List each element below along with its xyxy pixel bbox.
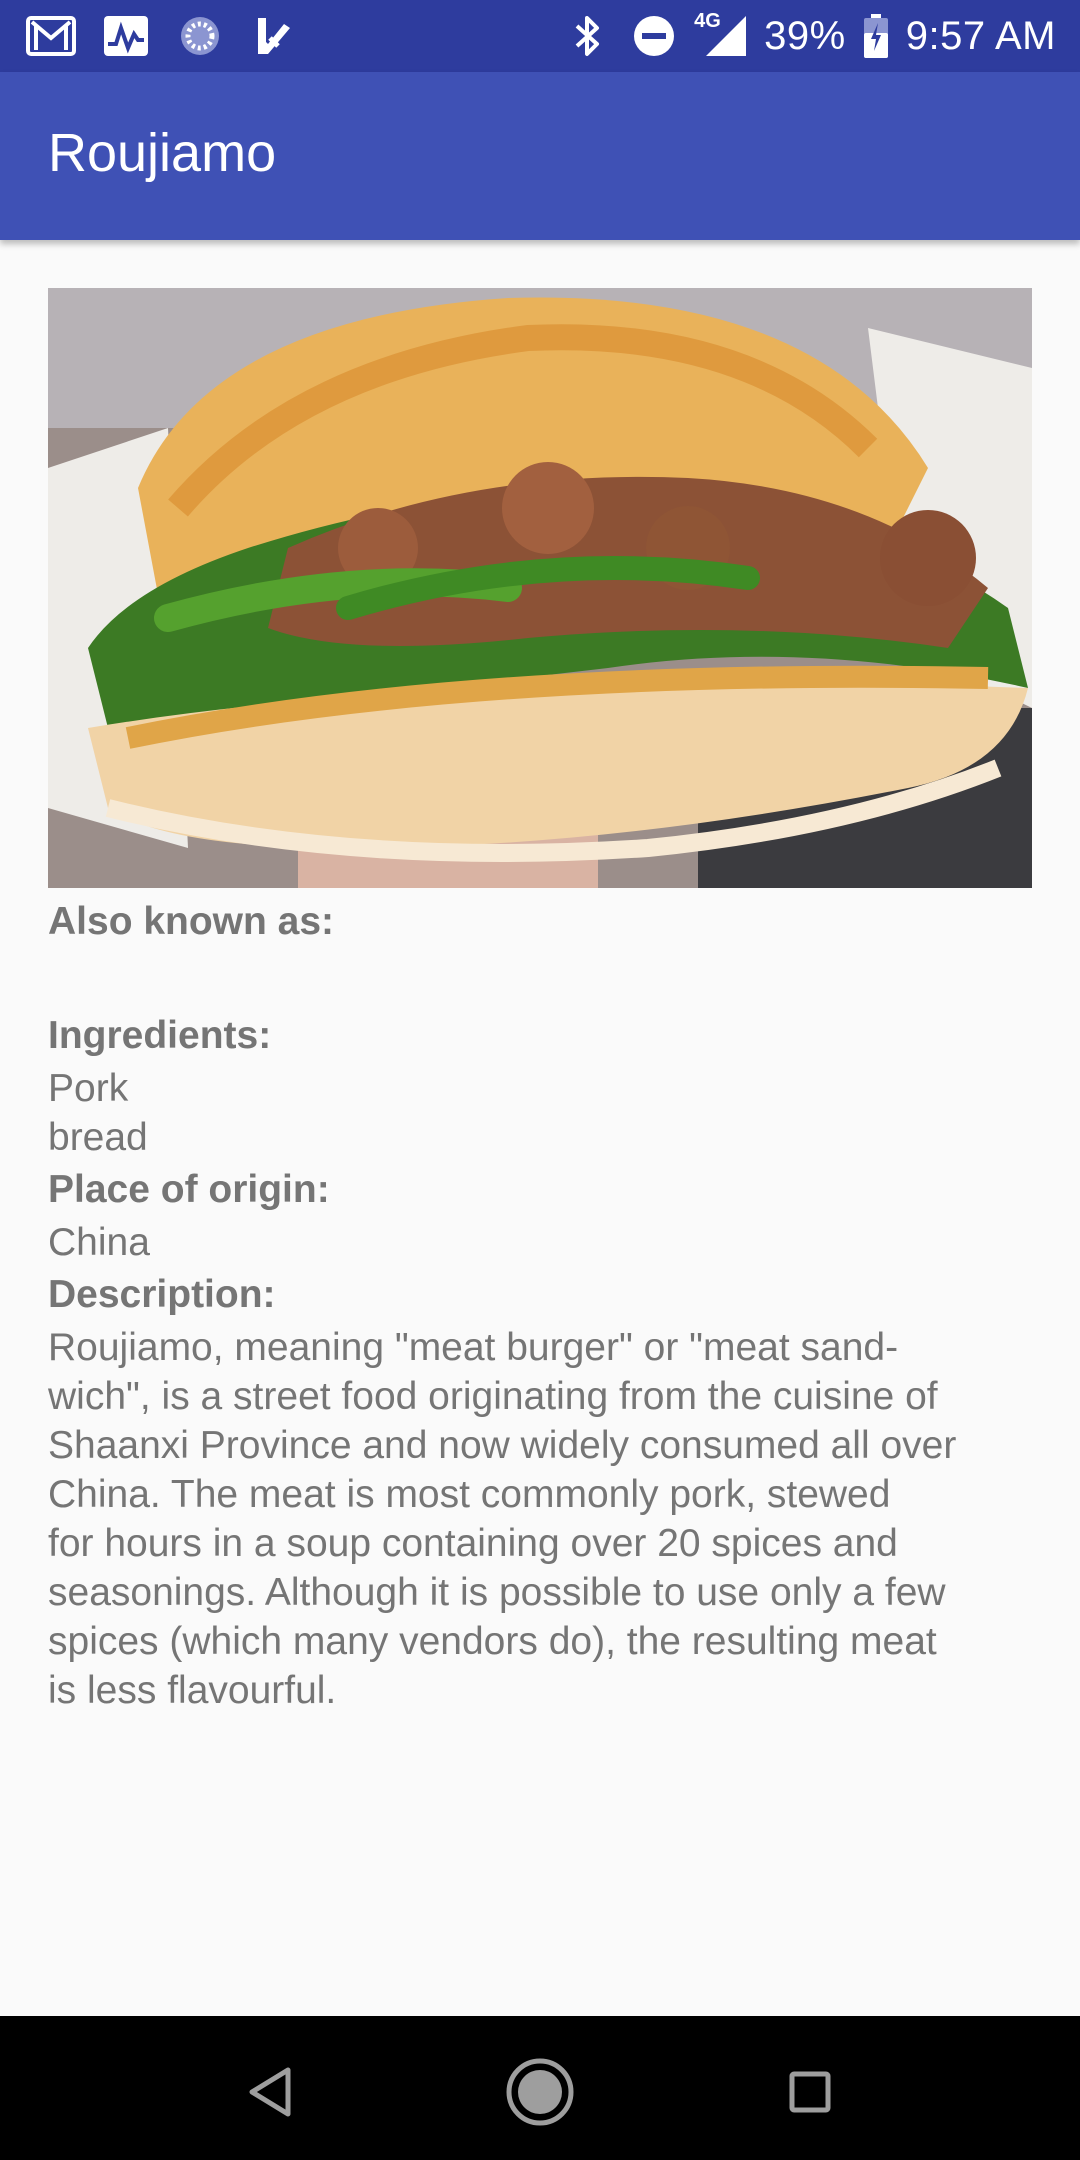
ingredients-label: Ingredients: (48, 1014, 272, 1057)
back-button[interactable] (230, 2052, 310, 2132)
description-line: seasonings. Although it is possible to u… (48, 1571, 946, 1614)
recents-icon (789, 2071, 831, 2113)
clock: 9:57 AM (905, 13, 1056, 58)
description-text: Roujiamo, meaning "meat burger" or "meat… (48, 1323, 1032, 1715)
place-of-origin-label: Place of origin: (48, 1168, 330, 1211)
network-label: 4G (694, 10, 721, 32)
place-of-origin-value: China (48, 1221, 150, 1264)
battery-percentage: 39% (764, 13, 846, 58)
status-bar: 4G 39% 9:57 AM (0, 0, 1080, 72)
also-known-as-label: Also known as: (48, 900, 335, 943)
food-photo (48, 288, 1032, 888)
task-check-icon (248, 10, 300, 62)
description-line: Shaanxi Province and now widely consumed… (48, 1424, 957, 1467)
signal-4g-icon: 4G (694, 10, 750, 62)
navigation-bar (0, 2016, 1080, 2160)
home-button[interactable] (500, 2052, 580, 2132)
ingredients-list: Pork bread (48, 1064, 1032, 1162)
page-title: Roujiamo (48, 123, 277, 183)
description-line: China. The meat is most commonly pork, s… (48, 1473, 891, 1516)
app-bar: Roujiamo (0, 72, 1080, 240)
description-line: for hours in a soup containing over 20 s… (48, 1522, 898, 1565)
do-not-disturb-icon (628, 10, 680, 62)
bluetooth-icon (562, 10, 614, 62)
description-line: spices (which many vendors do), the resu… (48, 1620, 937, 1663)
description-line: is less flavourful. (48, 1669, 337, 1712)
food-detail: Also known as: Ingredients: Pork bread P… (48, 288, 1032, 1715)
loading-spinner-icon (174, 10, 226, 62)
recents-button[interactable] (770, 2052, 850, 2132)
notification-icons (26, 10, 300, 62)
description-label: Description: (48, 1273, 276, 1316)
system-icons: 4G 39% 9:57 AM (562, 10, 1056, 62)
ingredient-item: bread (48, 1116, 148, 1159)
back-icon (249, 2067, 291, 2117)
ingredient-item: Pork (48, 1067, 129, 1110)
also-known-as-value (48, 950, 1032, 1008)
description-line: Roujiamo, meaning "meat burger" or "meat… (48, 1326, 899, 1369)
gmail-icon (26, 10, 78, 62)
activity-chart-icon (100, 10, 152, 62)
battery-icon (860, 10, 892, 62)
description-line: wich", is a street food originating from… (48, 1375, 938, 1418)
home-icon (506, 2058, 574, 2126)
